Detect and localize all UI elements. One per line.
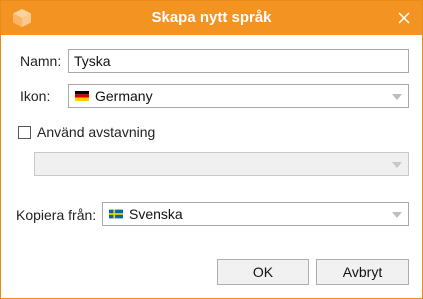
chevron-down-icon	[392, 162, 402, 168]
close-icon	[398, 12, 410, 24]
hyphenation-checkbox[interactable]	[18, 126, 31, 139]
name-input[interactable]	[69, 50, 408, 72]
close-button[interactable]	[392, 6, 416, 30]
copy-from-label: Kopiera från:	[16, 207, 97, 223]
copy-from-select[interactable]: Svenska	[102, 202, 409, 226]
icon-label: Ikon:	[20, 88, 51, 104]
hyphenation-select[interactable]	[34, 152, 409, 176]
germany-flag-icon	[75, 91, 89, 101]
title-bar[interactable]: Skapa nytt språk	[1, 1, 422, 35]
sweden-flag-icon	[109, 209, 123, 219]
icon-select-value: Germany	[95, 88, 153, 104]
icon-select[interactable]: Germany	[68, 84, 409, 108]
hyphenation-label: Använd avstavning	[37, 124, 156, 140]
name-label: Namn:	[20, 53, 62, 69]
chevron-down-icon	[392, 94, 402, 100]
copy-from-select-value: Svenska	[129, 206, 183, 222]
create-language-dialog: Skapa nytt språk Namn: Ikon: Germany Anv…	[0, 0, 423, 299]
ok-button[interactable]: OK	[217, 259, 309, 285]
name-field[interactable]	[68, 49, 409, 73]
dialog-title: Skapa nytt språk	[151, 9, 272, 26]
chevron-down-icon	[392, 212, 402, 218]
cancel-button[interactable]: Avbryt	[316, 259, 409, 285]
